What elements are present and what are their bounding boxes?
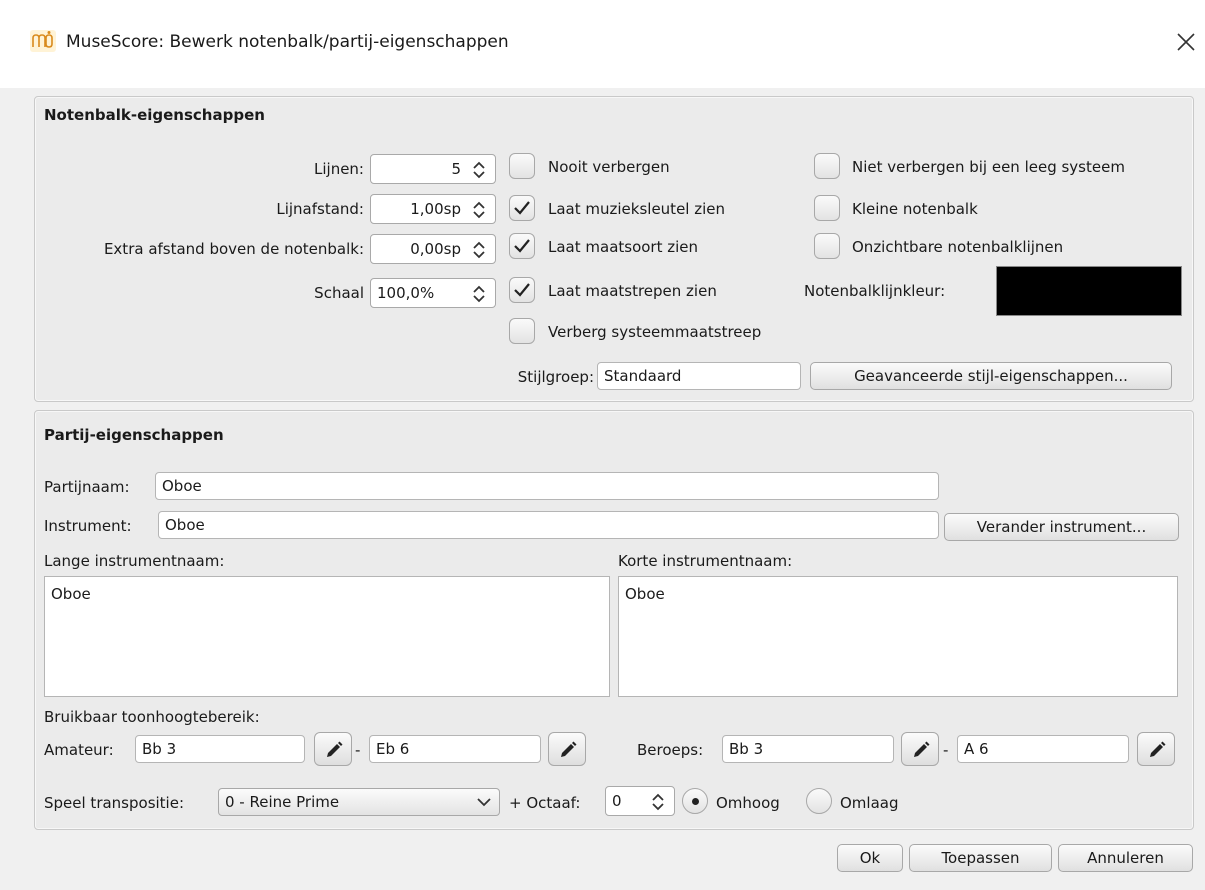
amateur-low-field[interactable]: Bb 3 <box>135 735 305 763</box>
spacing-label: Lijnafstand: <box>276 200 364 218</box>
no-hide-empty-label: Niet verbergen bij een leeg systeem <box>852 158 1125 176</box>
ok-button[interactable]: Ok <box>837 844 903 872</box>
spin-arrows-icon[interactable] <box>471 199 487 221</box>
spin-arrows-icon[interactable] <box>650 791 666 813</box>
pro-low-edit-button[interactable] <box>901 732 939 766</box>
amateur-low-edit-button[interactable] <box>314 732 352 766</box>
down-radio[interactable] <box>806 788 832 814</box>
invisible-lines-label: Onzichtbare notenbalklijnen <box>852 238 1064 256</box>
scale-value: 100,0% <box>377 284 435 302</box>
style-group-field[interactable]: Standaard <box>597 362 801 390</box>
checkmark-icon <box>514 201 530 215</box>
advanced-style-button[interactable]: Geavanceerde stijl-eigenschappen... <box>810 362 1172 390</box>
apply-button[interactable]: Toepassen <box>909 844 1052 872</box>
short-name-label: Korte instrumentnaam: <box>618 552 793 570</box>
change-instrument-button[interactable]: Verander instrument... <box>944 513 1179 541</box>
short-name-textarea[interactable]: Oboe <box>618 576 1178 697</box>
show-barlines-checkbox[interactable] <box>509 277 535 303</box>
line-color-swatch[interactable] <box>996 266 1182 316</box>
spin-arrows-icon[interactable] <box>471 283 487 305</box>
show-timesig-checkbox[interactable] <box>509 233 535 259</box>
staff-properties-title: Notenbalk-eigenschappen <box>44 106 265 124</box>
extra-distance-value: 0,00sp <box>410 240 461 258</box>
spin-arrows-icon[interactable] <box>471 239 487 261</box>
up-radio[interactable] <box>682 788 708 814</box>
title-bar: MuseScore: Bewerk notenbalk/partij-eigen… <box>0 0 1205 88</box>
lines-label: Lijnen: <box>314 160 364 178</box>
window-title: MuseScore: Bewerk notenbalk/partij-eigen… <box>66 32 509 52</box>
long-name-label: Lange instrumentnaam: <box>44 552 225 570</box>
no-hide-empty-checkbox[interactable] <box>814 153 840 179</box>
never-hide-label: Nooit verbergen <box>548 158 670 176</box>
transpose-label: Speel transpositie: <box>44 794 185 812</box>
spacing-value: 1,00sp <box>410 200 461 218</box>
transpose-dropdown[interactable]: 0 - Reine Prime <box>218 788 500 816</box>
amateur-dash: - <box>355 741 361 759</box>
show-clef-label: Laat muzieksleutel zien <box>548 200 726 218</box>
invisible-lines-checkbox[interactable] <box>814 233 840 259</box>
musescore-logo-icon <box>30 30 56 52</box>
hide-system-barline-checkbox[interactable] <box>509 318 535 344</box>
pencil-icon <box>914 741 930 757</box>
small-staff-label: Kleine notenbalk <box>852 200 978 218</box>
transpose-value: 0 - Reine Prime <box>225 793 340 811</box>
long-name-textarea[interactable]: Oboe <box>44 576 610 697</box>
cancel-button[interactable]: Annuleren <box>1058 844 1193 872</box>
part-properties-title: Partij-eigenschappen <box>44 426 224 444</box>
octave-spinbox[interactable]: 0 <box>605 786 675 816</box>
chevron-down-icon <box>477 798 491 807</box>
octave-label: + Octaaf: <box>509 794 581 812</box>
hide-system-barline-label: Verberg systeemmaatstreep <box>548 323 762 341</box>
extra-distance-label: Extra afstand boven de notenbalk: <box>103 240 364 258</box>
amateur-label: Amateur: <box>44 741 114 759</box>
never-hide-checkbox[interactable] <box>509 153 535 179</box>
checkmark-icon <box>514 283 530 297</box>
show-timesig-label: Laat maatsoort zien <box>548 238 699 256</box>
instrument-label: Instrument: <box>44 517 132 535</box>
spin-arrows-icon[interactable] <box>471 159 487 181</box>
close-icon[interactable] <box>1170 26 1202 58</box>
lines-spinbox[interactable]: 5 <box>370 154 496 184</box>
show-barlines-label: Laat maatstrepen zien <box>548 282 717 300</box>
scale-label: Schaal <box>314 284 364 302</box>
pro-high-edit-button[interactable] <box>1137 732 1175 766</box>
line-color-label: Notenbalklijnkleur: <box>804 282 946 300</box>
pro-dash: - <box>943 741 949 759</box>
style-group-label: Stijlgroep: <box>517 368 594 386</box>
amateur-high-field[interactable]: Eb 6 <box>369 735 541 763</box>
scale-spinbox[interactable]: 100,0% <box>370 278 496 308</box>
instrument-field[interactable]: Oboe <box>158 511 939 539</box>
amateur-high-edit-button[interactable] <box>548 732 586 766</box>
pencil-icon <box>1150 741 1166 757</box>
extra-distance-spinbox[interactable]: 0,00sp <box>370 234 496 264</box>
down-label: Omlaag <box>840 794 899 812</box>
spacing-spinbox[interactable]: 1,00sp <box>370 194 496 224</box>
range-label: Bruikbaar toonhoogtebereik: <box>44 708 260 726</box>
pro-high-field[interactable]: A 6 <box>957 735 1129 763</box>
pencil-icon <box>561 741 577 757</box>
octave-value: 0 <box>612 792 622 810</box>
checkmark-icon <box>514 239 530 253</box>
pencil-icon <box>327 741 343 757</box>
partname-field[interactable]: Oboe <box>155 472 939 500</box>
up-label: Omhoog <box>716 794 780 812</box>
small-staff-checkbox[interactable] <box>814 195 840 221</box>
pro-label: Beroeps: <box>637 741 704 759</box>
radio-selected-dot <box>692 798 699 805</box>
partname-label: Partijnaam: <box>44 478 130 496</box>
lines-value: 5 <box>451 160 461 178</box>
pro-low-field[interactable]: Bb 3 <box>722 735 894 763</box>
show-clef-checkbox[interactable] <box>509 195 535 221</box>
